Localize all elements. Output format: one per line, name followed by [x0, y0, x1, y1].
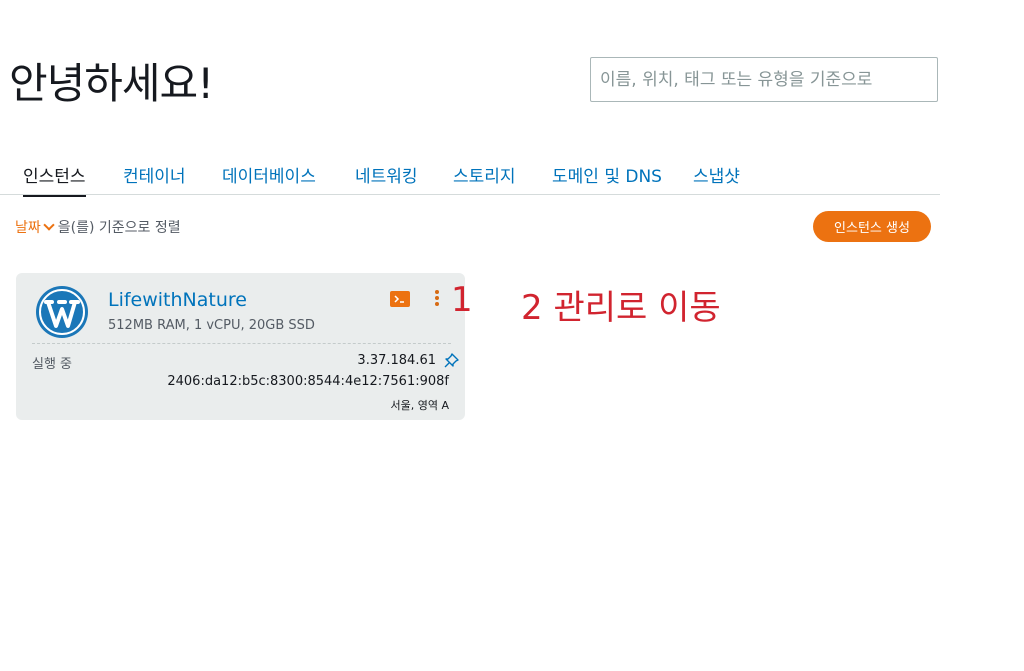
sort-field-label: 날짜 [15, 220, 41, 236]
instance-card: LifewithNature 512MB RAM, 1 vCPU, 20GB S… [16, 273, 465, 420]
tab-instances[interactable]: 인스턴스 [23, 162, 86, 197]
tab-storage[interactable]: 스토리지 [453, 162, 516, 195]
tab-networking[interactable]: 네트워킹 [355, 162, 418, 195]
tab-domains-dns[interactable]: 도메인 및 DNS [552, 162, 662, 195]
kebab-menu-icon[interactable] [430, 289, 444, 311]
instance-status: 실행 중 [32, 357, 73, 372]
instance-spec: 512MB RAM, 1 vCPU, 20GB SSD [108, 318, 315, 333]
sort-bar: 날짜 을(를) 기준으로 정렬 [15, 217, 181, 237]
annotation-step-1: 1 [451, 280, 473, 320]
instance-public-ipv4: 3.37.184.61 [357, 353, 436, 368]
tab-databases[interactable]: 데이터베이스 [222, 162, 316, 195]
sort-suffix: 을(를) 기준으로 정렬 [57, 220, 181, 236]
sort-field-dropdown[interactable]: 날짜 [15, 219, 58, 236]
chevron-down-icon [43, 219, 55, 231]
instance-region: 서울, 영역 A [390, 399, 450, 412]
create-instance-button[interactable]: 인스턴스 생성 [813, 211, 931, 242]
terminal-icon[interactable] [390, 291, 410, 307]
annotation-step-2: 2 관리로 이동 [521, 288, 721, 328]
card-divider [32, 343, 451, 344]
instance-ipv6: 2406:da12:b5c:8300:8544:4e12:7561:908f [167, 374, 449, 389]
tab-snapshots[interactable]: 스냅샷 [693, 162, 740, 195]
tab-containers[interactable]: 컨테이너 [123, 162, 186, 195]
instance-name-link[interactable]: LifewithNature [108, 289, 247, 311]
pin-icon[interactable] [444, 353, 459, 368]
page-greeting: 안녕하세요! [9, 59, 214, 108]
search-input[interactable] [590, 57, 938, 102]
tab-bar: 인스턴스 컨테이너 데이터베이스 네트워킹 스토리지 도메인 및 DNS 스냅샷 [0, 160, 940, 197]
wordpress-icon[interactable] [35, 285, 89, 339]
